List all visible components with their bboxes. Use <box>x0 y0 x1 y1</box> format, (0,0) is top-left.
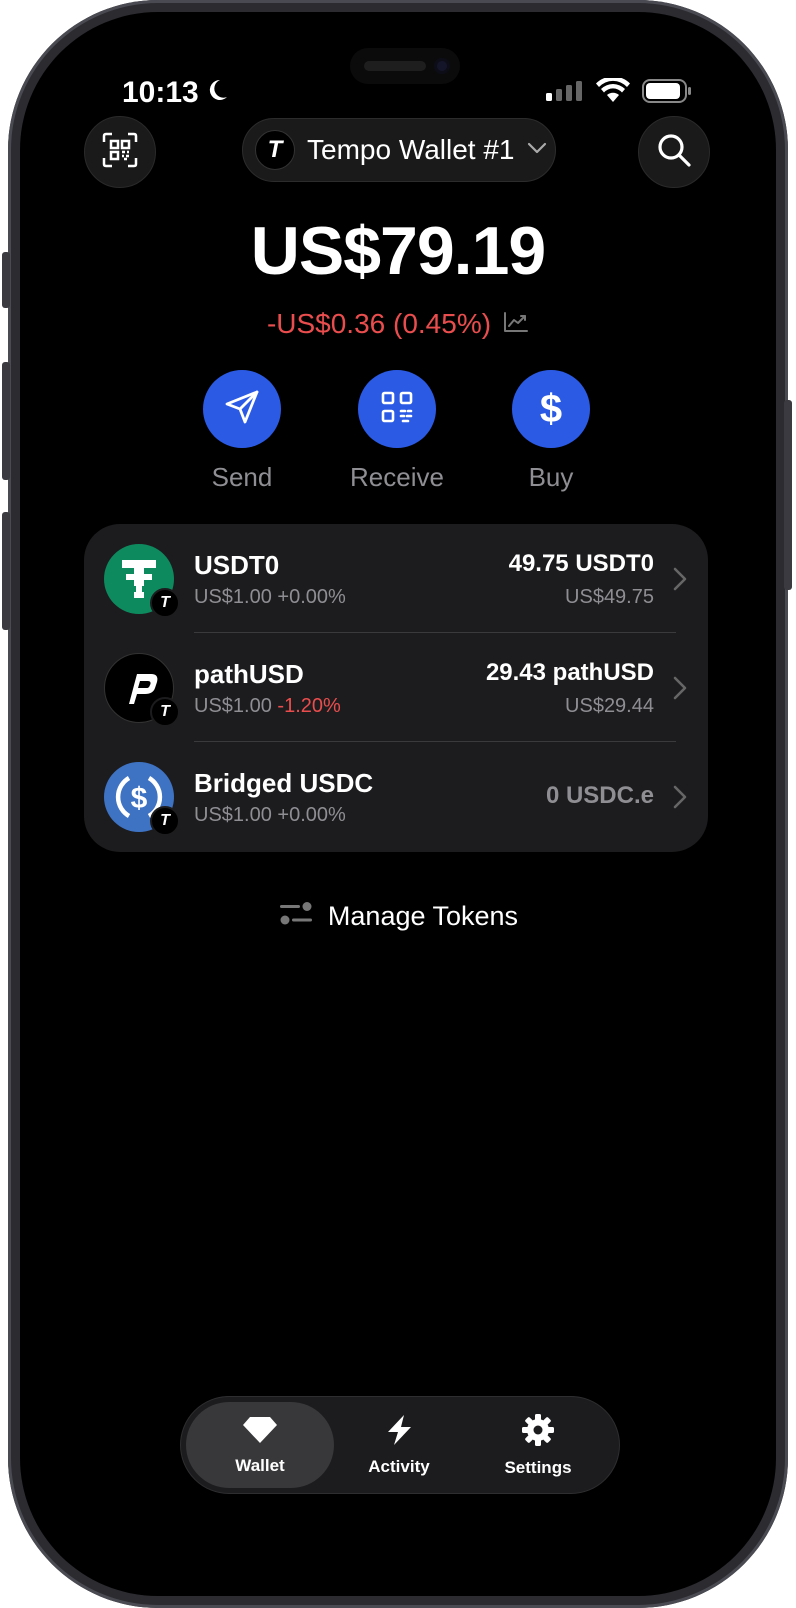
total-balance: US$79.19 <box>250 213 546 289</box>
badge-letter: T <box>160 594 170 611</box>
token-name: Bridged USDC <box>194 768 374 798</box>
battery-icon <box>642 79 692 108</box>
tempo-network-badge-icon: T <box>150 588 180 618</box>
badge-letter: T <box>160 703 170 720</box>
clock-text: 10:13 <box>122 76 199 109</box>
manage-tokens-button[interactable]: Manage Tokens <box>20 898 776 935</box>
balance-change: -US$0.36 (0.45%) <box>266 308 492 339</box>
sliders-icon <box>278 898 314 935</box>
volume-down-button <box>2 512 10 630</box>
chevron-right-icon <box>672 675 688 706</box>
token-value: US$29.44 <box>565 695 654 717</box>
phone-device: 10:13 T Tempo Wallet #1 US$79.19 -US$0.3… <box>2 0 792 1608</box>
token-name: pathUSD <box>194 659 304 689</box>
token-name: USDT0 <box>194 550 280 580</box>
token-list: T USDT0 US$1.00 +0.00% 49.75 USDT0 US$49… <box>84 524 708 852</box>
token-price-value: US$1.00 <box>194 804 272 826</box>
tempo-logo-icon: T <box>255 130 295 170</box>
manage-tokens-label: Manage Tokens <box>327 901 519 931</box>
camera <box>434 58 450 74</box>
token-row-usdt0[interactable]: T USDT0 US$1.00 +0.00% 49.75 USDT0 US$49… <box>84 524 708 634</box>
token-row-pathusd[interactable]: T pathUSD US$1.00 -1.20% 29.43 pathUSD U… <box>84 633 708 743</box>
scan-qr-icon <box>102 132 138 173</box>
token-price: US$1.00 -1.20% <box>194 695 341 718</box>
token-row-bridged-usdc[interactable]: $ T Bridged USDC US$1.00 +0.00% 0 USDC.e <box>84 742 708 852</box>
action-button <box>2 252 10 308</box>
balance-change-row[interactable]: -US$0.36 (0.45%) <box>20 308 776 340</box>
send-action[interactable]: Send <box>172 370 312 493</box>
token-price: US$1.00 +0.00% <box>194 804 346 827</box>
token-amount: 29.43 pathUSD <box>485 659 654 686</box>
wifi-icon <box>596 76 630 109</box>
power-button <box>784 400 792 590</box>
gear-icon <box>521 1413 555 1452</box>
svg-text:$: $ <box>131 782 148 815</box>
tab-activity-label: Activity <box>368 1456 430 1476</box>
badge-letter: T <box>160 812 170 829</box>
token-price-change: +0.00% <box>277 586 346 608</box>
send-label: Send <box>211 462 273 492</box>
token-price: US$1.00 +0.00% <box>194 586 346 609</box>
token-amount: 49.75 USDT0 <box>508 550 654 577</box>
send-button[interactable] <box>203 370 281 448</box>
buy-button[interactable]: $ <box>512 370 590 448</box>
tempo-network-badge-icon: T <box>150 806 180 836</box>
tab-activity[interactable]: Activity <box>325 1402 473 1488</box>
qr-code-icon <box>380 390 414 429</box>
dollar-icon: $ <box>539 386 563 431</box>
send-icon <box>223 388 261 431</box>
speaker <box>364 61 426 71</box>
tab-bar: Wallet Activity Settings <box>180 1396 620 1494</box>
chevron-down-icon <box>527 141 547 160</box>
buy-label: Buy <box>528 462 574 492</box>
receive-button[interactable] <box>358 370 436 448</box>
chart-icon <box>503 308 529 340</box>
lightning-icon <box>384 1414 414 1451</box>
receive-action[interactable]: Receive <box>327 370 467 493</box>
scan-qr-button[interactable] <box>84 116 156 188</box>
token-price-value: US$1.00 <box>194 695 272 717</box>
token-price-change: +0.00% <box>277 804 346 826</box>
tab-wallet[interactable]: Wallet <box>186 1402 334 1488</box>
diamond-icon <box>241 1415 279 1450</box>
status-time: 10:13 <box>122 76 229 110</box>
screen: 10:13 T Tempo Wallet #1 US$79.19 -US$0.3… <box>20 12 776 1596</box>
wallet-selector[interactable]: T Tempo Wallet #1 <box>242 118 556 182</box>
token-price-value: US$1.00 <box>194 586 272 608</box>
search-button[interactable] <box>638 116 710 188</box>
chevron-right-icon <box>672 784 688 815</box>
tempo-logo-letter: T <box>267 136 283 163</box>
buy-action[interactable]: $ Buy <box>481 370 621 493</box>
dynamic-island <box>350 48 460 84</box>
token-amount: 0 USDC.e <box>545 782 654 809</box>
tab-settings-label: Settings <box>504 1457 572 1477</box>
tab-settings[interactable]: Settings <box>464 1402 612 1488</box>
status-icons <box>546 76 692 109</box>
token-price-change: -1.20% <box>277 695 341 717</box>
wallet-name: Tempo Wallet #1 <box>307 134 515 165</box>
search-icon <box>656 132 692 173</box>
tempo-network-badge-icon: T <box>150 697 180 727</box>
moon-icon <box>205 76 229 110</box>
token-value: US$49.75 <box>565 586 654 608</box>
cellular-signal-icon <box>546 79 584 108</box>
chevron-right-icon <box>672 566 688 597</box>
volume-up-button <box>2 362 10 480</box>
receive-label: Receive <box>350 462 444 492</box>
tab-wallet-label: Wallet <box>235 1455 285 1475</box>
